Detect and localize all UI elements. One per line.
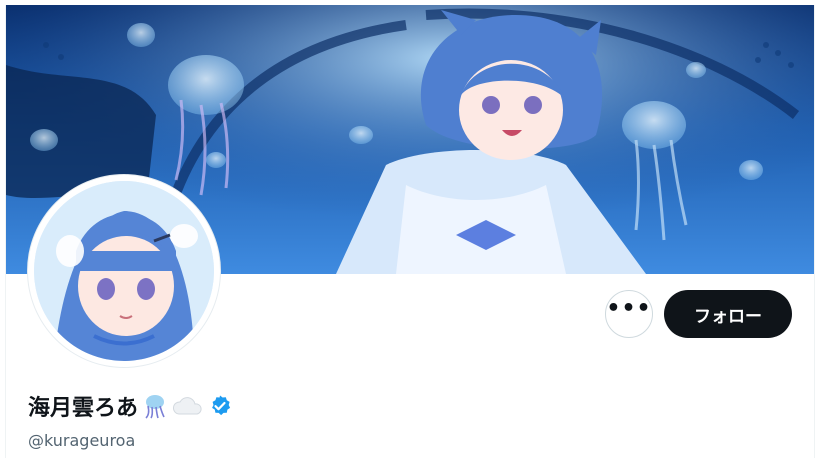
handle[interactable]: @kurageuroa [28, 431, 135, 450]
jellyfish-emoji-icon [142, 393, 168, 419]
more-options-icon: ••• [606, 296, 652, 321]
avatar-image [34, 181, 214, 361]
profile-page: ••• フォロー 海月雲ろあ @kurageuroa [5, 5, 815, 458]
avatar[interactable] [28, 175, 220, 367]
verified-badge-icon[interactable] [208, 394, 232, 418]
follow-button[interactable]: フォロー [664, 290, 792, 338]
more-options-button[interactable]: ••• [605, 290, 653, 338]
cloud-emoji-icon [172, 393, 204, 419]
display-name: 海月雲ろあ [28, 396, 139, 421]
profile-name-row: 海月雲ろあ [28, 390, 232, 422]
